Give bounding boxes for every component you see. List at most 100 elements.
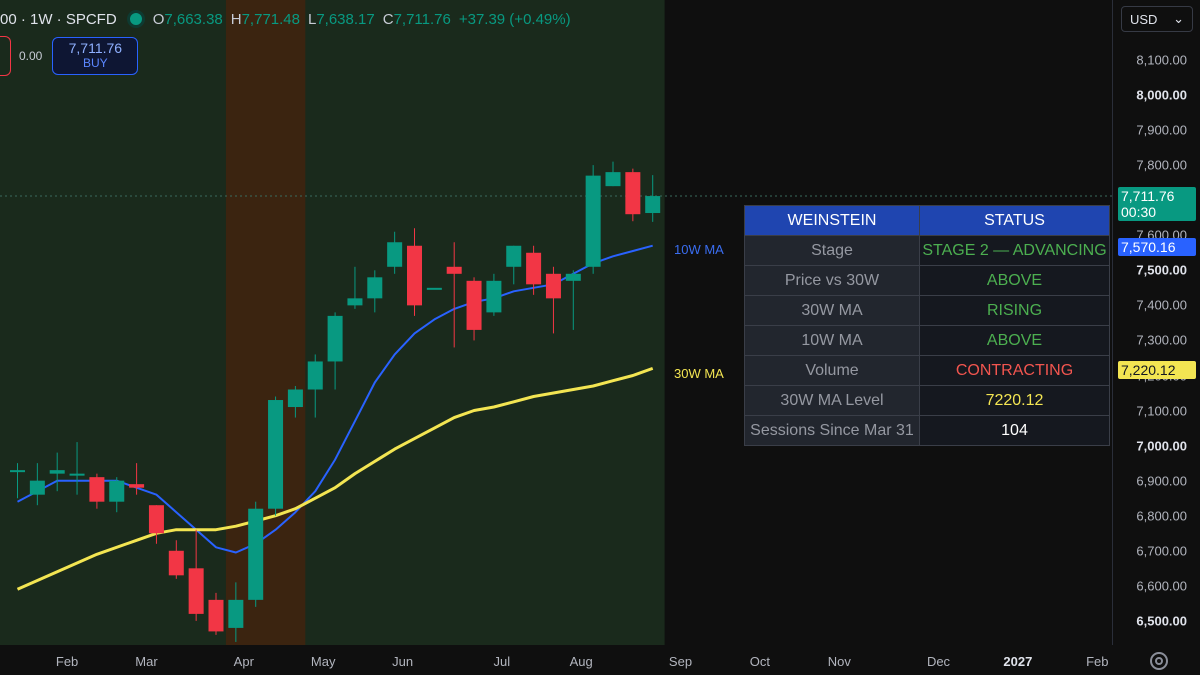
price-tick-label: 8,000.00: [1136, 87, 1187, 103]
ohlc-low: L7,638.17: [308, 11, 375, 28]
ohlc-change: +37.39 (+0.49%): [458, 10, 571, 28]
candle-body: [168, 550, 184, 576]
candle-body: [605, 172, 621, 187]
spread-value: 0.00: [19, 49, 43, 63]
price-tick-label: 6,700.00: [1136, 543, 1187, 559]
table-row: 30W MA RISING: [744, 295, 1110, 326]
currency-label: USD: [1130, 11, 1158, 27]
time-tick-label: Jun: [392, 654, 414, 669]
time-tick-label: Feb: [1086, 654, 1109, 669]
table-row: Sessions Since Mar 31 104: [744, 415, 1110, 446]
price-tick-label: 7,300.00: [1136, 332, 1187, 348]
candle-body: [268, 400, 284, 509]
candle-body: [545, 273, 561, 299]
candle-body: [109, 480, 125, 502]
price-tick-label: 7,100.00: [1136, 403, 1187, 418]
price-tick-label: 7,900.00: [1136, 122, 1187, 138]
candle-body: [446, 266, 462, 274]
candle-body: [466, 280, 482, 330]
ohlc-low-value: 7,638.17: [316, 10, 375, 28]
candle-body: [248, 508, 264, 600]
price-tick-label: 7,400.00: [1136, 297, 1187, 313]
candle-body: [486, 280, 502, 313]
candle-body: [307, 361, 323, 390]
row-label: Stage: [744, 235, 920, 266]
candle-body: [367, 277, 383, 299]
weinstein-status-table: WEINSTEIN STATUS Stage STAGE 2 — ADVANCI…: [744, 205, 1110, 446]
row-label: Price vs 30W: [744, 265, 920, 296]
candle-body: [49, 470, 65, 474]
price-tick-label: 7,800.00: [1136, 157, 1187, 173]
candle-body: [89, 477, 105, 502]
ma10-label: 10W MA: [674, 242, 724, 257]
candle-body: [10, 470, 25, 473]
price-tick-label: 7,500.00: [1136, 262, 1187, 278]
ohlc-high-key: H: [230, 10, 242, 28]
time-tick-label: Nov: [827, 654, 851, 669]
row-value: ABOVE: [919, 265, 1110, 296]
price-tick-label: 6,800.00: [1136, 508, 1187, 524]
candle-body: [327, 315, 343, 362]
candle-body: [506, 245, 522, 267]
candle-body: [387, 242, 403, 267]
candle-body: [148, 505, 164, 534]
candle-body: [188, 568, 204, 614]
time-tick-label: Aug: [569, 654, 593, 669]
candle-body: [526, 252, 542, 285]
row-value: 104: [919, 415, 1110, 446]
order-panel: 0.00 7,711.76 BUY: [0, 36, 139, 76]
table-row: 30W MA Level 7220.12: [744, 385, 1110, 416]
candle-body: [645, 196, 661, 214]
candle-body: [585, 175, 601, 267]
ohlc-close-key: C: [382, 10, 394, 28]
time-tick-label: May: [310, 654, 336, 669]
price-axis[interactable]: USD ⌄ 8,100.00 8,000.00 7,900.00 7,800.00 7,…: [1112, 0, 1200, 645]
candle-body: [287, 389, 303, 408]
time-tick-label: Sep: [668, 654, 693, 669]
ohlc-close: C7,711.76: [383, 11, 451, 28]
candle-body: [347, 298, 363, 306]
row-label: 10W MA: [744, 325, 920, 356]
table-row: Price vs 30W ABOVE: [744, 265, 1110, 296]
candle-body: [69, 473, 85, 476]
ohlc-close-value: 7,711.76: [393, 10, 451, 28]
chevron-down-icon: ⌄: [1173, 11, 1184, 26]
time-tick-label: Feb: [55, 654, 79, 669]
sell-button[interactable]: [0, 36, 11, 76]
time-tick-label: Dec: [926, 654, 951, 669]
row-value: CONTRACTING: [919, 355, 1110, 386]
gear-icon[interactable]: [1150, 652, 1168, 670]
symbol-title[interactable]: 00 · 1W · SPCFD: [0, 11, 117, 28]
price-tick-label: 6,600.00: [1136, 578, 1187, 594]
ohlc-open: O7,663.38: [153, 11, 223, 28]
candle-body: [29, 480, 45, 495]
row-label: 30W MA Level: [744, 385, 920, 416]
table-row: Volume CONTRACTING: [744, 355, 1110, 386]
highlight-band: [225, 0, 306, 645]
ma30-price-label: 7,220.12: [1118, 361, 1196, 379]
candle-body: [228, 599, 244, 628]
candle-body: [129, 484, 145, 488]
time-axis[interactable]: Feb Mar Apr May Jun Jul Aug Sep Oct Nov Dec 2027 Feb: [0, 645, 1112, 675]
ma10-price-label: 7,570.16: [1118, 238, 1196, 256]
ohlc-open-key: O: [152, 10, 165, 28]
symbol-header: 00 · 1W · SPCFD O7,663.38 H7,771.48 L7,6…: [0, 6, 579, 32]
time-tick-label: 2027: [1003, 654, 1033, 669]
buy-price: 7,711.76: [68, 40, 123, 56]
buy-button[interactable]: 7,711.76 BUY: [52, 37, 139, 75]
table-row: 10W MA ABOVE: [744, 325, 1110, 356]
candle-body: [208, 599, 224, 632]
row-label: Volume: [744, 355, 920, 386]
ohlc-high: H7,771.48: [231, 11, 300, 28]
table-header-status: STATUS: [919, 205, 1110, 236]
row-value: STAGE 2 — ADVANCING: [919, 235, 1110, 266]
table-header-weinstein: WEINSTEIN: [744, 205, 920, 236]
time-tick-label: Mar: [135, 654, 158, 669]
row-label: 30W MA: [744, 295, 920, 326]
table-row: Stage STAGE 2 — ADVANCING: [744, 235, 1110, 266]
buy-label: BUY: [83, 56, 108, 70]
ohlc-open-value: 7,663.38: [164, 10, 223, 28]
currency-selector[interactable]: USD ⌄: [1121, 6, 1193, 32]
last-price-label: 7,711.76 00:30: [1118, 187, 1196, 221]
ohlc-high-value: 7,771.48: [241, 10, 300, 28]
